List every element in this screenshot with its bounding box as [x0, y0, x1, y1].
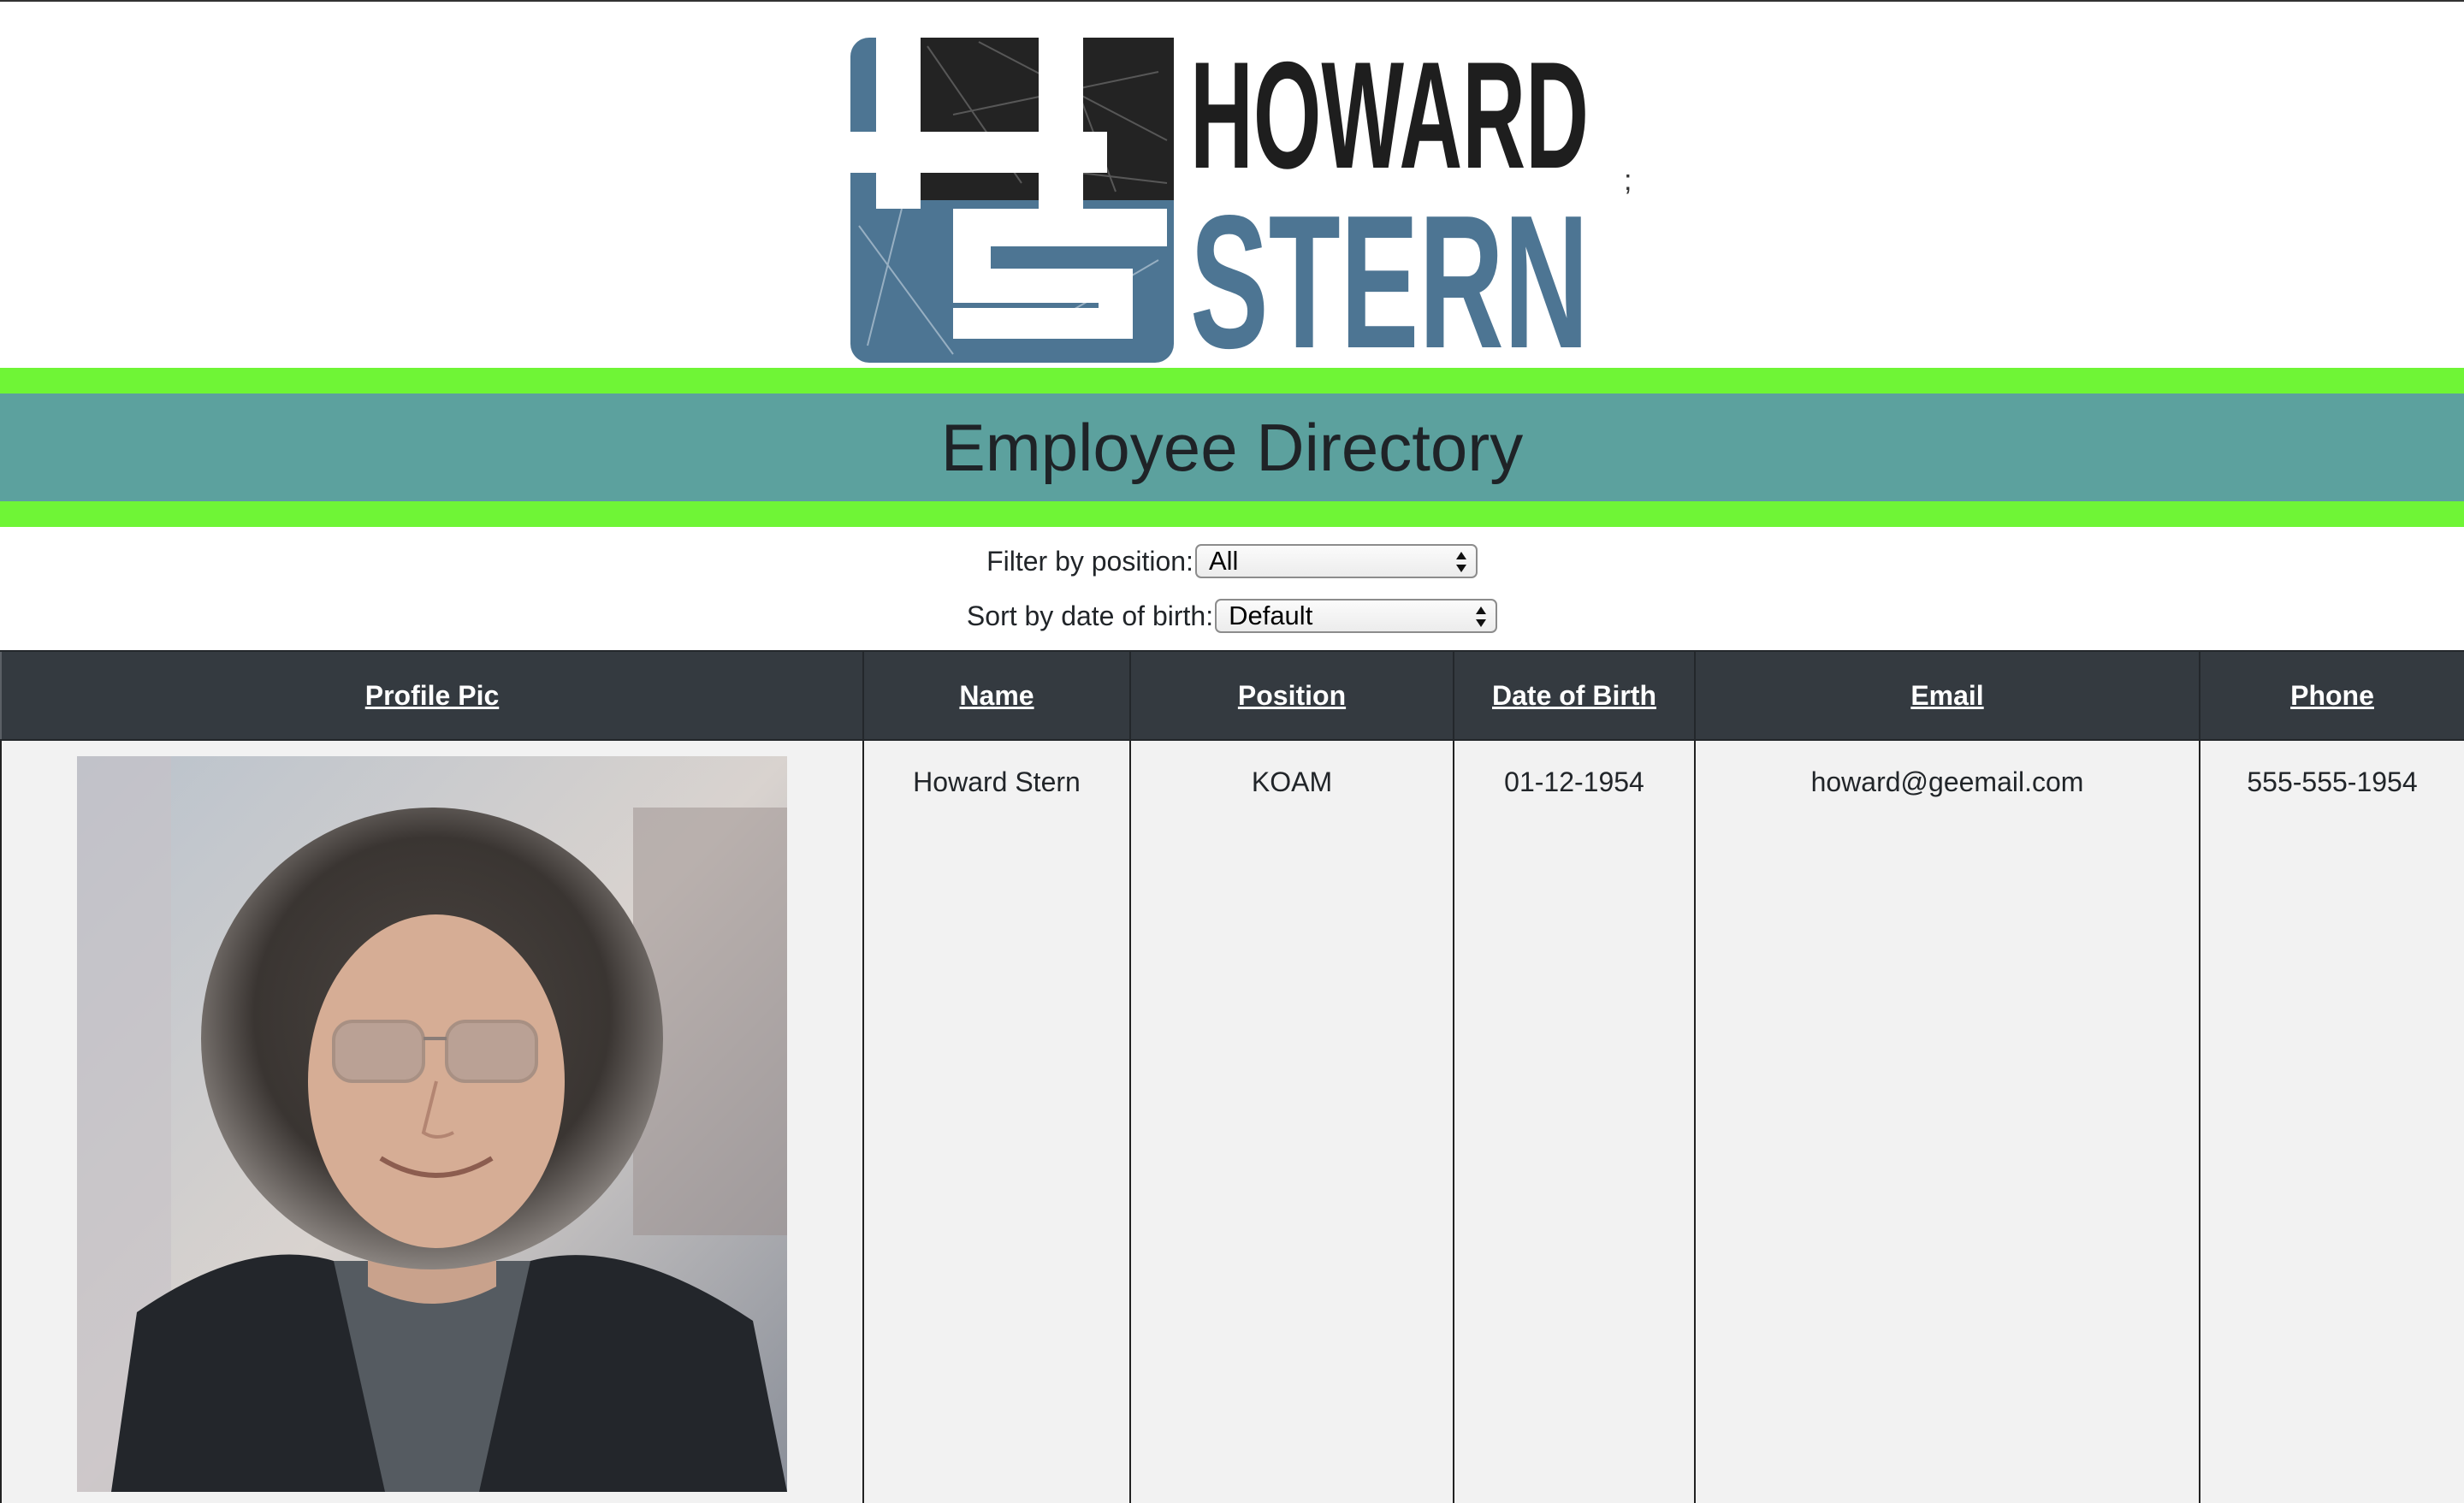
header-phone[interactable]: Phone	[2199, 650, 2464, 741]
profile-photo	[77, 756, 787, 1492]
filter-label: Filter by position:	[986, 545, 1194, 577]
header-position[interactable]: Position	[1129, 650, 1454, 741]
filter-select-value: All	[1208, 546, 1239, 576]
header-date-of-birth[interactable]: Date of Birth	[1453, 650, 1696, 741]
cell-profile-pic	[0, 740, 864, 1503]
cell-name: Howard Stern	[862, 740, 1131, 1503]
table-header-row: Profile Pic Name Position Date of Birth …	[0, 650, 2464, 741]
green-band-top	[0, 368, 2464, 394]
sort-select-value: Default	[1229, 601, 1313, 630]
cell-position: KOAM	[1129, 740, 1454, 1503]
filter-row: Filter by position: All	[0, 541, 2464, 582]
howard-stern-logo: HOWARD STERN	[850, 38, 1589, 363]
header-email[interactable]: Email	[1694, 650, 2200, 741]
stray-semicolon: ;	[1624, 164, 1632, 197]
cell-phone: 555-555-1954	[2199, 740, 2464, 1503]
sort-label: Sort by date of birth:	[966, 600, 1214, 631]
employee-table: Profile Pic Name Position Date of Birth …	[0, 650, 2464, 1503]
cell-date-of-birth: 01-12-1954	[1453, 740, 1696, 1503]
header-profile-pic[interactable]: Profile Pic	[0, 650, 864, 741]
green-band-bottom	[0, 501, 2464, 527]
sort-dob-select[interactable]: Default	[1215, 599, 1498, 633]
select-arrows-icon	[1455, 552, 1466, 572]
logo-header: HOWARD STERN ;	[0, 2, 2464, 368]
select-arrows-icon	[1476, 607, 1487, 627]
cell-email: howard@geemail.com	[1694, 740, 2200, 1503]
logo-word-stern: STERN	[1190, 176, 1589, 363]
header-name[interactable]: Name	[862, 650, 1131, 741]
page-title: Employee Directory	[940, 409, 1524, 485]
filter-position-select[interactable]: All	[1194, 544, 1478, 578]
title-banner: Employee Directory	[0, 394, 2464, 501]
sort-row: Sort by date of birth: Default	[0, 595, 2464, 636]
table-row: Howard Stern KOAM 01-12-1954 howard@geem…	[0, 740, 2464, 1503]
